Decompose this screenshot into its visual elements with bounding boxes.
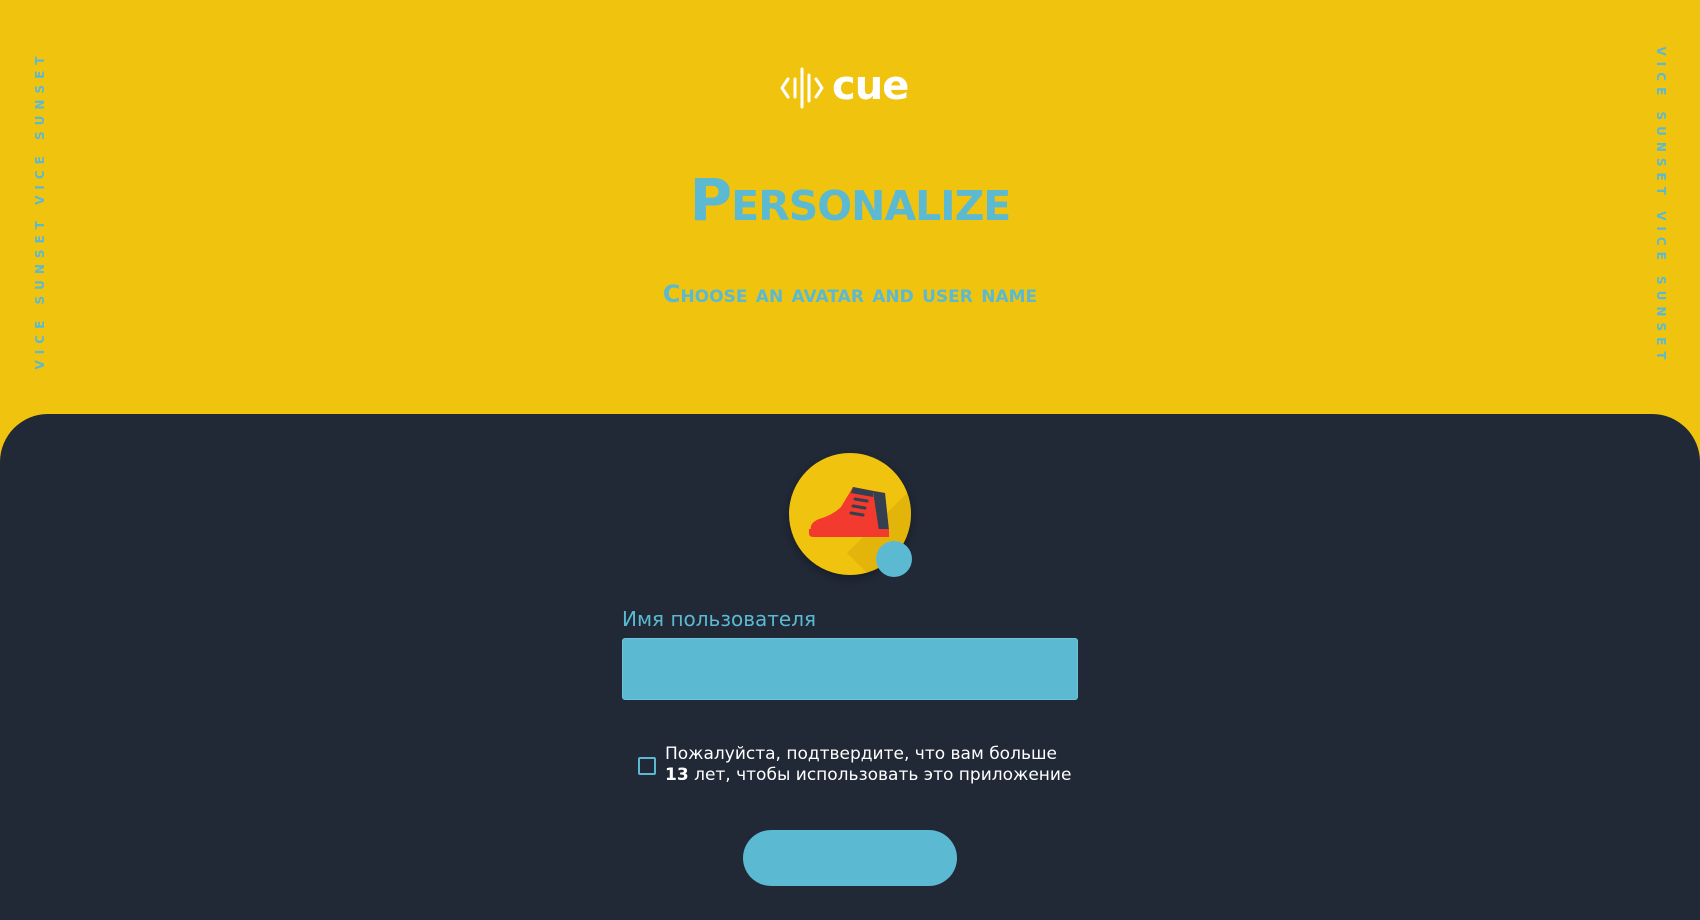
brand-logo: cue: [780, 62, 920, 114]
age-confirm-number: 13: [665, 765, 689, 785]
username-input[interactable]: [622, 638, 1078, 700]
page-subtitle: Choose an avatar and user name: [662, 280, 1038, 308]
age-confirm-checkbox[interactable]: [638, 757, 656, 775]
waveform-icon: [780, 65, 828, 111]
logo-text: cue: [832, 63, 909, 109]
header-section: VICE SUNSET VICE SUNSET VICE SUNSET VICE…: [0, 0, 1700, 414]
avatar-edit-button[interactable]: [876, 541, 912, 577]
age-confirm-label[interactable]: Пожалуйста, подтвердите, что вам больше …: [665, 744, 1085, 786]
age-confirm-text-after: лет, чтобы использовать это приложение: [688, 765, 1072, 785]
age-confirm-text-before: Пожалуйста, подтвердите, что вам больше: [665, 744, 1057, 764]
submit-button[interactable]: [743, 830, 957, 886]
page-title: Personalize: [689, 166, 1012, 234]
username-label: Имя пользователя: [622, 607, 817, 631]
